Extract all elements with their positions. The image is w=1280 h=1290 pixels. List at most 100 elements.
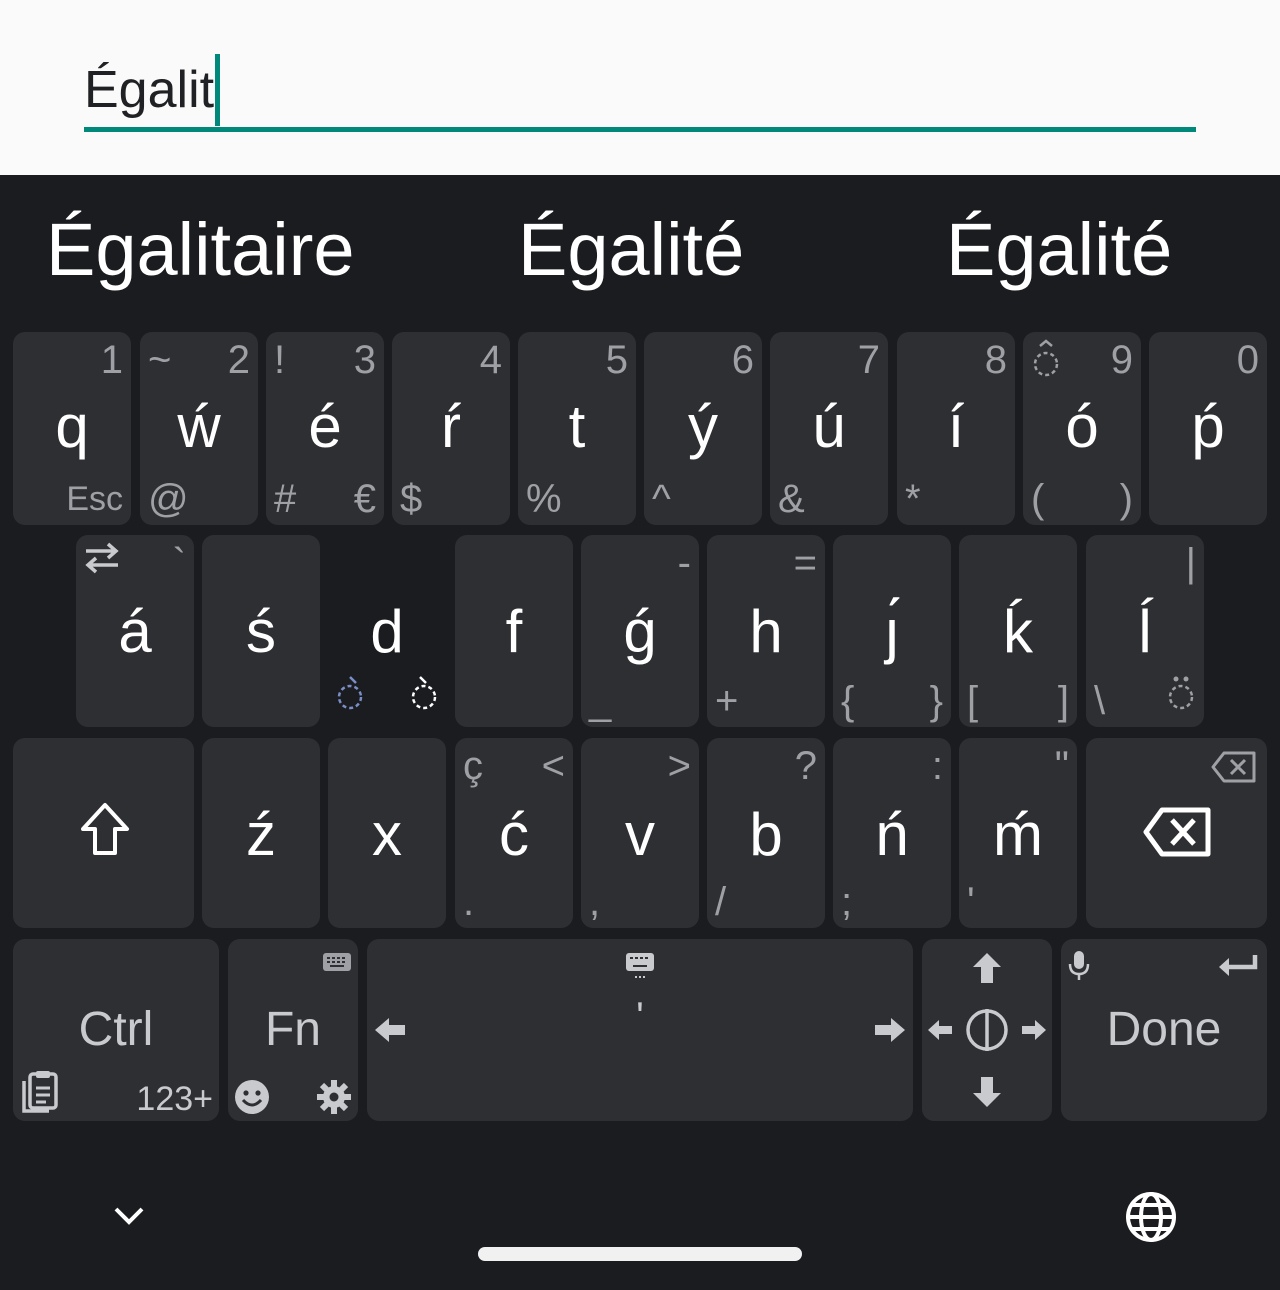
input-area: Égalit bbox=[0, 0, 1280, 175]
key-ć[interactable]: ć < ç. bbox=[455, 738, 573, 928]
key-ŕ[interactable]: ŕ 4 $ bbox=[392, 332, 510, 525]
key-hint-bottom-left: / bbox=[715, 880, 727, 924]
shift-key[interactable] bbox=[13, 738, 194, 928]
key-ȷ́[interactable]: ȷ́ {} bbox=[833, 535, 951, 727]
key-label: ǵ bbox=[623, 598, 657, 665]
key-hint-top-left: ! bbox=[274, 338, 286, 382]
key-hint-top-left: ç bbox=[463, 744, 483, 788]
key-í[interactable]: í 8 * bbox=[897, 332, 1015, 525]
key-label: ĺ bbox=[1138, 598, 1152, 665]
ctrl-label: Ctrl bbox=[78, 1003, 154, 1056]
navigation-key[interactable] bbox=[922, 939, 1052, 1121]
key-hint-bottom-left: * bbox=[905, 477, 921, 521]
key-label: é bbox=[308, 393, 342, 460]
input-value: Égalit bbox=[84, 61, 215, 119]
gear-icon bbox=[316, 1079, 352, 1115]
done-key[interactable]: Done bbox=[1061, 939, 1267, 1121]
key-é[interactable]: é 3! # € bbox=[266, 332, 384, 525]
space-key[interactable]: ' bbox=[367, 939, 913, 1121]
key-hint-bottom-right: € bbox=[353, 477, 376, 521]
key-v[interactable]: v >, bbox=[581, 738, 699, 928]
suggestion-1[interactable]: Égalitaire bbox=[46, 195, 355, 305]
key-hint-bottom-left: . bbox=[463, 880, 475, 924]
key-ḱ[interactable]: ḱ [] bbox=[959, 535, 1077, 727]
arrow-down-icon bbox=[970, 1075, 1004, 1109]
key-hint-top-right: > bbox=[667, 744, 691, 788]
key-q[interactable]: q 1 Esc bbox=[13, 332, 131, 525]
chevron-down-icon[interactable] bbox=[112, 1203, 146, 1227]
keyboard-icon bbox=[322, 951, 352, 975]
key-ó[interactable]: ó 9 () bbox=[1023, 332, 1141, 525]
key-hint-top-right: 8 bbox=[984, 338, 1007, 382]
key-f[interactable]: f bbox=[455, 535, 573, 727]
key-hint-top-right: 4 bbox=[479, 338, 502, 382]
suggestion-3[interactable]: Égalité bbox=[946, 195, 1172, 305]
enter-icon bbox=[1217, 953, 1259, 979]
home-indicator[interactable] bbox=[478, 1247, 802, 1261]
key-hint-bottom-left: [ bbox=[967, 679, 979, 723]
key-hint-top-right: < bbox=[541, 744, 565, 788]
key-hint-top-right: 0 bbox=[1236, 338, 1259, 382]
key-ź[interactable]: ź bbox=[202, 738, 320, 928]
key-t[interactable]: t 5% bbox=[518, 332, 636, 525]
key-ń[interactable]: ń:; bbox=[833, 738, 951, 928]
keyboard-small-icon bbox=[625, 951, 655, 981]
globe-icon[interactable] bbox=[1125, 1191, 1177, 1243]
space-hint: ' bbox=[636, 995, 644, 1039]
key-label: ó bbox=[1065, 393, 1099, 460]
backspace-small-icon bbox=[1210, 750, 1258, 784]
key-ṕ[interactable]: ṕ0 bbox=[1149, 332, 1267, 525]
key-label: ź bbox=[246, 801, 276, 868]
done-label: Done bbox=[1106, 1003, 1222, 1056]
key-hint-top-right: 5 bbox=[605, 338, 628, 382]
key-label: x bbox=[372, 801, 402, 868]
text-input-field[interactable]: Égalit bbox=[84, 40, 1196, 132]
key-label: v bbox=[625, 801, 655, 868]
emoji-icon bbox=[234, 1079, 270, 1115]
fn-key[interactable]: Fn bbox=[228, 939, 358, 1121]
key-label: ś bbox=[246, 598, 276, 665]
shift-icon bbox=[79, 801, 131, 857]
key-ý[interactable]: ý 6 ^ bbox=[644, 332, 762, 525]
key-hint-bottom-left: % bbox=[526, 477, 562, 521]
key-á[interactable]: á ` bbox=[76, 535, 194, 727]
circumflex-accent-icon bbox=[1031, 338, 1061, 378]
key-label: f bbox=[505, 598, 523, 665]
key-b[interactable]: b? / bbox=[707, 738, 825, 928]
key-hint-top-right: 3 bbox=[353, 338, 376, 382]
keyboard: Égalitaire Égalité Égalité q 1 Esc ẃ 2 ~ @ é 3! #… bbox=[0, 175, 1280, 1290]
key-label: ŕ bbox=[441, 393, 461, 460]
key-label: ȷ́ bbox=[885, 598, 899, 665]
arrow-up-icon bbox=[970, 951, 1004, 985]
key-hint-bottom-left: + bbox=[715, 679, 739, 723]
navigation-bar bbox=[0, 1155, 1280, 1290]
key-label: b bbox=[749, 801, 783, 868]
key-ĺ[interactable]: ĺ | \ bbox=[1086, 535, 1204, 727]
key-hint-top-right: ? bbox=[794, 744, 817, 788]
key-label: ú bbox=[812, 393, 846, 460]
key-ḿ[interactable]: ḿ " ' bbox=[959, 738, 1077, 928]
grave-accent-icon bbox=[410, 675, 440, 711]
key-hint-top-right: 6 bbox=[731, 338, 754, 382]
key-ú[interactable]: ú 7 & bbox=[770, 332, 888, 525]
acute-accent-icon bbox=[336, 675, 366, 711]
key-ǵ[interactable]: ǵ - _ bbox=[581, 535, 699, 727]
key-d[interactable]: d bbox=[328, 535, 446, 727]
key-ẃ[interactable]: ẃ 2 ~ @ bbox=[140, 332, 258, 525]
key-hint-top-right: " bbox=[1054, 744, 1069, 788]
key-x[interactable]: x bbox=[328, 738, 446, 928]
suggestion-2[interactable]: Égalité bbox=[518, 195, 744, 305]
ctrl-key[interactable]: Ctrl 123+ bbox=[13, 939, 219, 1121]
key-label: ḱ bbox=[1003, 598, 1033, 665]
key-label: í bbox=[947, 393, 965, 460]
ctrl-hint: 123+ bbox=[136, 1080, 213, 1118]
key-ś[interactable]: ś bbox=[202, 535, 320, 727]
key-hint-bottom-left: \ bbox=[1094, 679, 1106, 723]
key-hint-bottom-right: ) bbox=[1119, 477, 1133, 521]
backspace-key[interactable] bbox=[1086, 738, 1267, 928]
cursor-center-icon bbox=[965, 1007, 1009, 1053]
key-h[interactable]: h = + bbox=[707, 535, 825, 727]
arrow-right-small-icon bbox=[1020, 1017, 1048, 1043]
key-hint-top-right: 9 bbox=[1110, 338, 1133, 382]
key-hint-bottom-left: , bbox=[589, 880, 601, 924]
